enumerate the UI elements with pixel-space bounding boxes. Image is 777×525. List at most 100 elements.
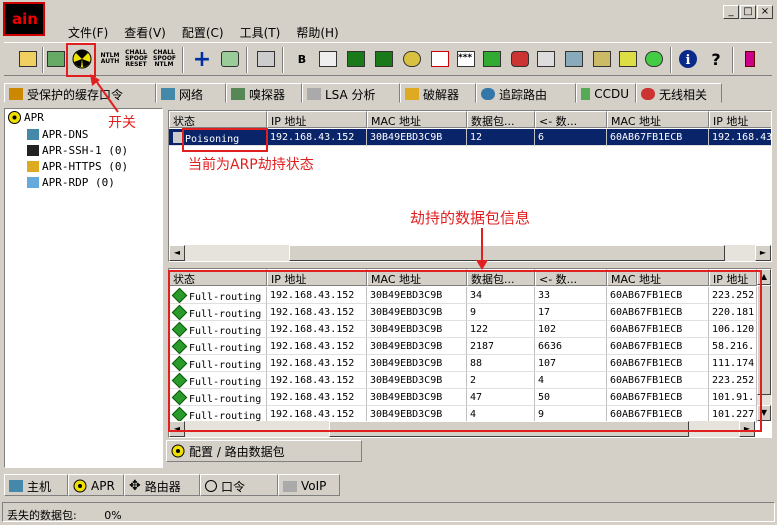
calculator-icon[interactable]: [254, 47, 278, 71]
edit-icon[interactable]: [316, 47, 340, 71]
recycle-icon[interactable]: [218, 47, 242, 71]
ip-cell: 192.168.43: [709, 129, 771, 146]
network-card-icon[interactable]: [44, 47, 68, 71]
annotation-switch: 开关: [108, 115, 136, 131]
tab-sniffer[interactable]: 嗅探器: [226, 83, 302, 103]
tree-node-apr-rdp[interactable]: APR-RDP (0): [27, 176, 115, 189]
key-icon[interactable]: [400, 47, 424, 71]
column-header[interactable]: 数据包...: [467, 111, 535, 128]
tab-passwords[interactable]: 口令: [200, 474, 278, 496]
minimize-button[interactable]: _: [723, 5, 739, 19]
tree-label: APR-HTTPS (0): [42, 160, 129, 173]
column-header[interactable]: <- 数...: [535, 111, 607, 128]
menu-bar: 文件(F) 查看(V) 配置(C) 工具(T) 帮助(H): [60, 22, 347, 42]
base64-icon[interactable]: B: [290, 47, 314, 71]
tab-lsa[interactable]: LSA 分析: [302, 83, 400, 103]
certificate-icon[interactable]: [344, 47, 368, 71]
menu-config[interactable]: 配置(C): [174, 22, 232, 42]
sniffer-icon: [231, 88, 245, 100]
status-bar: 丢失的数据包: 0%: [2, 502, 775, 522]
column-header[interactable]: 状态: [169, 111, 267, 128]
status-label: 丢失的数据包:: [7, 509, 77, 522]
add-icon[interactable]: +: [190, 47, 214, 72]
menu-file[interactable]: 文件(F): [60, 22, 116, 42]
password-icon[interactable]: ***: [454, 47, 478, 71]
column-header[interactable]: MAC 地址: [367, 111, 467, 128]
maximize-button[interactable]: □: [740, 5, 756, 19]
menu-help[interactable]: 帮助(H): [288, 22, 346, 42]
lsa-icon: [307, 88, 321, 100]
apr-tree: APR APR-DNS APR-SSH-1 (0) APR-HTTPS (0) …: [4, 108, 163, 468]
menu-tools[interactable]: 工具(T): [232, 22, 289, 42]
chall-spoof-reset-icon[interactable]: CHALL SPOOF RESET: [124, 47, 148, 71]
tab-apr[interactable]: APR: [68, 474, 124, 496]
pin-icon[interactable]: [590, 47, 614, 71]
scroll-left-button[interactable]: ◄: [169, 245, 185, 261]
window-controls: _ □ ×: [723, 5, 773, 19]
tab-cracker[interactable]: 破解器: [400, 83, 476, 103]
tree-label: APR-SSH-1 (0): [42, 144, 129, 157]
ip-cell: 192.168.43.152: [267, 129, 367, 146]
help-icon[interactable]: ?: [704, 47, 728, 71]
chall-spoof-ntlm-icon[interactable]: CHALL SPOOF NTLM: [152, 47, 176, 71]
annotation-arp-state: 当前为ARP劫持状态: [188, 157, 314, 173]
tab-hosts[interactable]: 主机: [4, 474, 68, 496]
apr-icon: [8, 111, 21, 124]
column-header[interactable]: IP 地址: [267, 111, 367, 128]
tree-node-apr-ssh[interactable]: APR-SSH-1 (0): [27, 144, 128, 157]
traceroute-icon: [481, 88, 495, 100]
horizontal-scrollbar[interactable]: ◄ ►: [169, 245, 771, 261]
packets-back-cell: 6: [535, 129, 607, 146]
tree-label: APR-RDP (0): [42, 176, 115, 189]
tab-network[interactable]: 网络: [156, 83, 226, 103]
app-logo: ain: [3, 2, 45, 36]
gauge-icon[interactable]: [480, 47, 504, 71]
annotation-box-poisoning: [182, 128, 268, 152]
wireless-signal-icon[interactable]: [642, 47, 666, 71]
ntlm-auth-icon[interactable]: NTLM AUTH: [98, 47, 122, 71]
monitor-icon: [27, 177, 39, 188]
wireless-icon[interactable]: [616, 47, 640, 71]
tree-node-apr-https[interactable]: APR-HTTPS (0): [27, 160, 128, 173]
scroll-thumb[interactable]: [289, 245, 725, 261]
annotation-packets: 劫持的数据包信息: [410, 209, 531, 227]
protected-cache-icon: [9, 88, 23, 100]
lock-icon[interactable]: [534, 47, 558, 71]
column-header[interactable]: IP 地址: [709, 111, 771, 128]
tab-routers[interactable]: ✥ 路由器: [124, 474, 200, 496]
open-folder-icon[interactable]: [16, 47, 40, 71]
tab-config-routing[interactable]: 配置 / 路由数据包: [166, 440, 362, 462]
rc-icon[interactable]: [428, 47, 452, 71]
tab-traceroute[interactable]: 追踪路由: [476, 83, 576, 103]
network-icon: [161, 88, 175, 100]
tree-label: APR-DNS: [42, 128, 89, 141]
host-icon: [9, 480, 23, 492]
tree-node-apr[interactable]: APR: [8, 111, 44, 124]
status-value: 0%: [104, 509, 122, 522]
record-icon[interactable]: [508, 47, 532, 71]
apr-icon: [171, 444, 185, 458]
column-header[interactable]: MAC 地址: [607, 111, 709, 128]
router-icon: ✥: [129, 478, 141, 494]
wireless-icon: [641, 88, 655, 100]
tab-protected-cache[interactable]: 受保护的缓存口令: [4, 83, 156, 103]
close-button[interactable]: ×: [757, 5, 773, 19]
menu-view[interactable]: 查看(V): [116, 22, 174, 42]
tree-node-apr-dns[interactable]: APR-DNS: [27, 128, 88, 141]
annotation-box-packets: [168, 270, 762, 432]
tab-ccdu[interactable]: CCDU: [576, 83, 636, 103]
ccdu-icon: [581, 88, 591, 100]
exit-icon[interactable]: [738, 47, 762, 71]
toolbar: NTLM AUTH CHALL SPOOF RESET CHALL SPOOF …: [4, 42, 772, 76]
voip-icon: [283, 480, 297, 492]
info-icon[interactable]: i: [676, 47, 700, 71]
tab-voip[interactable]: VoIP: [278, 474, 340, 496]
scroll-right-button[interactable]: ►: [755, 245, 771, 261]
annotation-arrow: [90, 74, 119, 113]
bottom-tabs: 主机 APR ✥ 路由器 口令 VoIP: [4, 474, 340, 496]
terminal-icon: [27, 145, 39, 156]
apr-icon: [73, 479, 87, 493]
tab-wireless[interactable]: 无线相关: [636, 83, 722, 103]
vnc-icon[interactable]: [372, 47, 396, 71]
network-icon[interactable]: [562, 47, 586, 71]
